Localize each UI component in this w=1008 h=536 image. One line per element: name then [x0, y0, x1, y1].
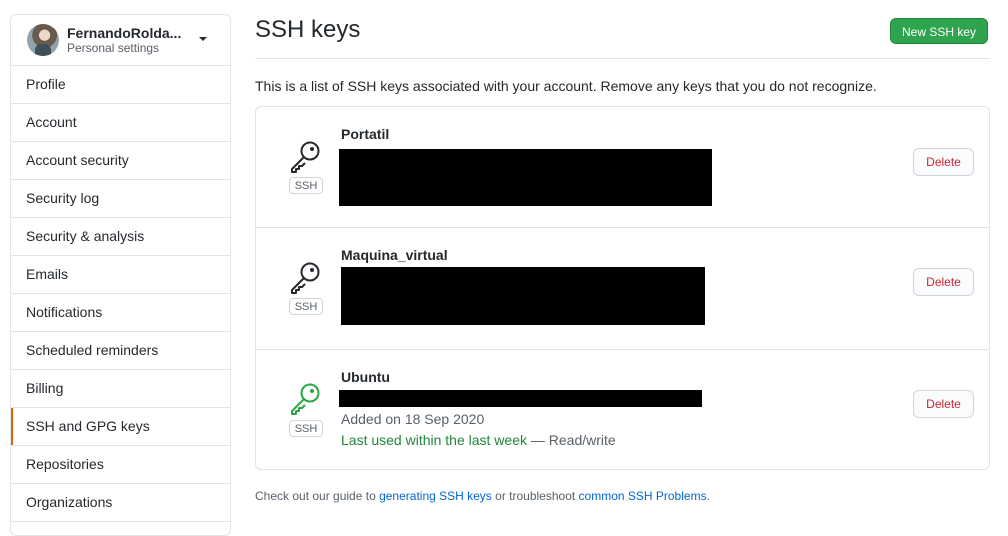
avatar — [27, 24, 59, 56]
sidebar-item-security-analysis[interactable]: Security & analysis — [11, 218, 230, 256]
title-divider — [255, 58, 990, 59]
redacted-fingerprint — [341, 267, 705, 325]
help-footer: Check out our guide to generating SSH ke… — [255, 489, 710, 503]
sidebar-item-scheduled-reminders[interactable]: Scheduled reminders — [11, 332, 230, 370]
generating-ssh-keys-link[interactable]: generating SSH keys — [379, 489, 492, 503]
key-added-date: Added on 18 Sep 2020 — [341, 411, 485, 427]
page-description: This is a list of SSH keys associated wi… — [255, 78, 877, 94]
sidebar-item-security-log[interactable]: Security log — [11, 180, 230, 218]
delete-key-button[interactable]: Delete — [913, 268, 974, 296]
list-item: SSH Ubuntu Added on 18 Sep 2020 Last use… — [256, 350, 989, 469]
sidebar-item-billing[interactable]: Billing — [11, 370, 230, 408]
list-item: SSH Portatil Delete — [256, 107, 989, 228]
footer-text: or troubleshoot — [491, 489, 579, 503]
ssh-badge: SSH — [289, 420, 323, 437]
key-icon — [291, 141, 320, 173]
delete-key-button[interactable]: Delete — [913, 148, 974, 176]
redacted-fingerprint — [339, 149, 712, 206]
sidebar-item-emails[interactable]: Emails — [11, 256, 230, 294]
sidebar-item-profile[interactable]: Profile — [11, 66, 230, 104]
user-name: FernandoRolda... — [67, 25, 182, 41]
delete-key-button[interactable]: Delete — [913, 390, 974, 418]
footer-text: Check out our guide to — [255, 489, 380, 503]
ssh-badge: SSH — [289, 177, 323, 194]
key-name: Maquina_virtual — [341, 247, 448, 263]
key-name: Ubuntu — [341, 369, 390, 385]
sidebar-item-ssh-gpg-keys[interactable]: SSH and GPG keys — [11, 408, 230, 446]
common-ssh-problems-link[interactable]: common SSH Problems — [579, 489, 707, 503]
sidebar-item-organizations[interactable]: Organizations — [11, 484, 230, 522]
sidebar-item-notifications[interactable]: Notifications — [11, 294, 230, 332]
key-name: Portatil — [341, 126, 390, 142]
account-switcher[interactable]: FernandoRolda... Personal settings — [11, 15, 230, 66]
new-ssh-key-button[interactable]: New SSH key — [890, 18, 988, 44]
list-item: SSH Maquina_virtual Delete — [256, 228, 989, 350]
key-icon — [291, 262, 320, 294]
key-usage: Last used within the last week — Read/wr… — [341, 432, 616, 448]
redacted-fingerprint — [339, 390, 702, 407]
ssh-badge: SSH — [289, 298, 323, 315]
caret-down-icon[interactable] — [199, 37, 207, 41]
access-level-text: — Read/write — [527, 432, 616, 448]
last-used-text: Last used within the last week — [341, 432, 527, 448]
sidebar-item-account-security[interactable]: Account security — [11, 142, 230, 180]
settings-sidebar: FernandoRolda... Personal settings Profi… — [10, 14, 231, 536]
sidebar-item-account[interactable]: Account — [11, 104, 230, 142]
sidebar-item-repositories[interactable]: Repositories — [11, 446, 230, 484]
page-title: SSH keys — [255, 16, 361, 43]
user-subtitle: Personal settings — [67, 41, 160, 55]
footer-text: . — [706, 489, 710, 503]
ssh-key-list: SSH Portatil Delete SSH Maquina_virtual … — [255, 106, 990, 470]
key-icon — [291, 383, 320, 415]
